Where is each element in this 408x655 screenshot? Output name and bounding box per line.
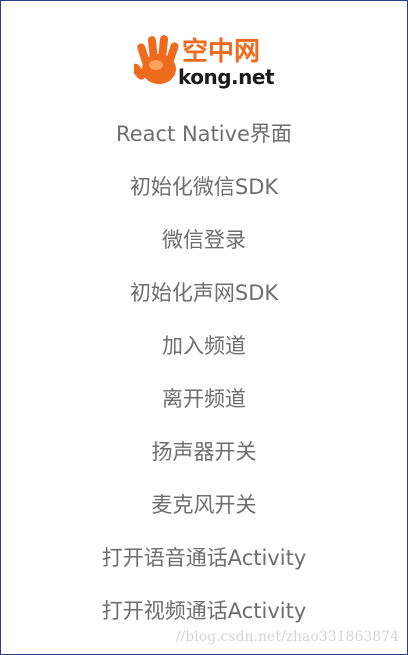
app-screen: 空中网 kong.net React Native界面 初始化微信SDK 微信登… (0, 0, 408, 655)
logo-text-chinese: 空中网 (182, 37, 261, 67)
orange-hand-icon (134, 35, 179, 84)
menu-item-init-agora-sdk[interactable]: 初始化声网SDK (1, 265, 407, 318)
menu-item-leave-channel[interactable]: 离开频道 (1, 371, 407, 424)
menu-item-open-voice-call[interactable]: 打开语音通话Activity (1, 530, 407, 583)
blog-watermark: //blog.csdn.net/zhao331863874 (175, 629, 399, 645)
menu-item-wechat-login[interactable]: 微信登录 (1, 212, 407, 265)
menu-item-microphone-toggle[interactable]: 麦克风开关 (1, 477, 407, 530)
menu-item-init-wechat-sdk[interactable]: 初始化微信SDK (1, 159, 407, 212)
menu-list: React Native界面 初始化微信SDK 微信登录 初始化声网SDK 加入… (1, 106, 407, 636)
kong-net-logo: 空中网 kong.net (134, 33, 279, 95)
menu-item-speaker-toggle[interactable]: 扬声器开关 (1, 424, 407, 477)
menu-item-join-channel[interactable]: 加入频道 (1, 318, 407, 371)
logo-text-english: kong.net (178, 65, 275, 89)
menu-item-react-native[interactable]: React Native界面 (1, 106, 407, 159)
